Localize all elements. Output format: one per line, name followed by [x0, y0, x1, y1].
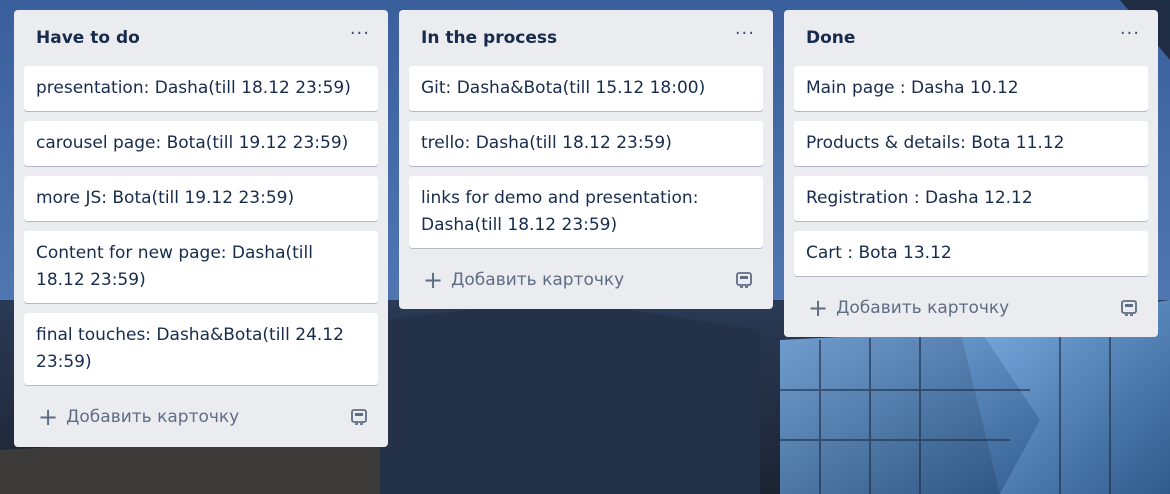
- list-title[interactable]: Done: [806, 28, 855, 48]
- card-template-icon[interactable]: [1120, 299, 1138, 317]
- list-header: In the process ···: [409, 10, 763, 66]
- card[interactable]: Content for new page: Dasha(till 18.12 2…: [24, 231, 378, 303]
- list-done: Done ··· Main page : Dasha 10.12 Product…: [784, 10, 1158, 337]
- card[interactable]: more JS: Bota(till 19.12 23:59): [24, 176, 378, 221]
- list-in-the-process: In the process ··· Git: Dasha&Bota(till …: [399, 10, 773, 309]
- card[interactable]: links for demo and presentation: Dasha(t…: [409, 176, 763, 248]
- list-title[interactable]: In the process: [421, 28, 557, 48]
- ellipsis-icon[interactable]: ···: [350, 25, 370, 51]
- add-card-row: + Добавить карточку: [794, 284, 1148, 332]
- add-card-row: + Добавить карточку: [409, 256, 763, 304]
- ellipsis-icon[interactable]: ···: [1120, 25, 1140, 51]
- list-have-to-do: Have to do ··· presentation: Dasha(till …: [14, 10, 388, 447]
- card[interactable]: trello: Dasha(till 18.12 23:59): [409, 121, 763, 166]
- add-card-button[interactable]: + Добавить карточку: [808, 296, 1009, 320]
- card-template-icon[interactable]: [735, 271, 753, 289]
- plus-icon: +: [38, 403, 59, 431]
- list-header: Done ···: [794, 10, 1148, 66]
- add-card-label: Добавить карточку: [836, 298, 1010, 318]
- card[interactable]: final touches: Dasha&Bota(till 24.12 23:…: [24, 313, 378, 385]
- ellipsis-icon[interactable]: ···: [735, 25, 755, 51]
- add-card-row: + Добавить карточку: [24, 393, 378, 441]
- card-template-icon[interactable]: [350, 408, 368, 426]
- add-card-button[interactable]: + Добавить карточку: [423, 268, 624, 292]
- add-card-label: Добавить карточку: [66, 407, 240, 427]
- plus-icon: +: [423, 266, 444, 294]
- card[interactable]: Main page : Dasha 10.12: [794, 66, 1148, 111]
- list-header: Have to do ···: [24, 10, 378, 66]
- add-card-button[interactable]: + Добавить карточку: [38, 405, 239, 429]
- list-title[interactable]: Have to do: [36, 28, 140, 48]
- card[interactable]: Cart : Bota 13.12: [794, 231, 1148, 276]
- plus-icon: +: [808, 294, 829, 322]
- card[interactable]: Git: Dasha&Bota(till 15.12 18:00): [409, 66, 763, 111]
- card[interactable]: presentation: Dasha(till 18.12 23:59): [24, 66, 378, 111]
- card[interactable]: Registration : Dasha 12.12: [794, 176, 1148, 221]
- card[interactable]: Products & details: Bota 11.12: [794, 121, 1148, 166]
- add-card-label: Добавить карточку: [451, 270, 625, 290]
- card[interactable]: carousel page: Bota(till 19.12 23:59): [24, 121, 378, 166]
